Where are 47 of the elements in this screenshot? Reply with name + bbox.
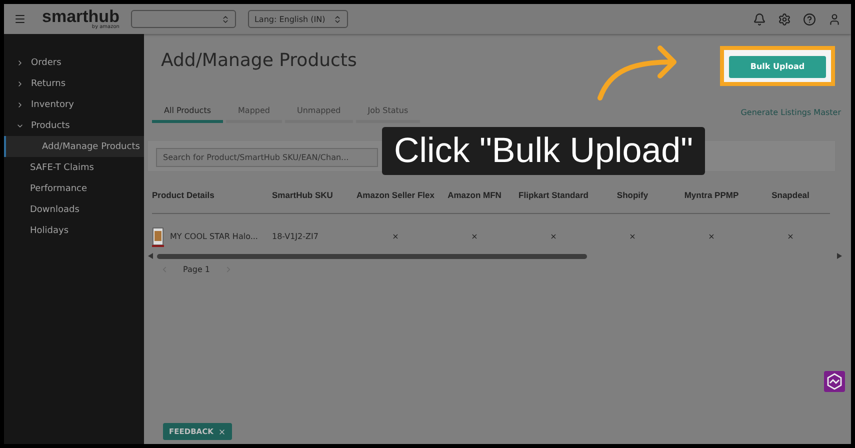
up-down-chevron-icon xyxy=(221,14,230,24)
table-cell-text: 18-V1J2-ZI7 xyxy=(272,231,320,243)
tab[interactable]: All Products xyxy=(152,102,224,123)
assistant-icon[interactable] xyxy=(824,371,845,392)
bulk-upload-button[interactable]: Bulk Upload xyxy=(729,56,826,78)
column-header: Flipkart Standard xyxy=(514,177,593,214)
sidebar-item[interactable]: Downloads xyxy=(4,199,144,220)
column-header: Snapdeal xyxy=(751,177,830,214)
column-header: Amazon Seller Flex xyxy=(356,177,435,214)
scrollbar-thumb[interactable] xyxy=(157,254,587,258)
settings-icon[interactable] xyxy=(778,12,791,26)
sidebar-item[interactable]: Returns xyxy=(4,73,144,94)
table-cell-text: × xyxy=(470,231,479,243)
bell-icon[interactable] xyxy=(753,12,766,26)
column-header: Myntra PPMP xyxy=(672,177,751,214)
user-icon[interactable] xyxy=(828,12,841,26)
column-header: SmartHub SKU xyxy=(272,177,356,214)
help-icon[interactable] xyxy=(803,12,816,26)
store-selector[interactable] xyxy=(131,10,236,28)
close-icon[interactable] xyxy=(218,428,226,436)
column-header: Amazon MFN xyxy=(435,177,514,214)
sidebar-item[interactable]: Orders xyxy=(4,52,144,73)
page-label: Page 1 xyxy=(183,265,210,274)
sidebar-item[interactable]: Inventory xyxy=(4,94,144,115)
search-field[interactable]: Search for Product/SmartHub SKU/EAN/Chan... xyxy=(156,148,378,167)
table-cell-text: × xyxy=(549,231,558,243)
product-name: MY COOL STAR Halo... xyxy=(170,232,258,241)
product-thumbnail-icon xyxy=(152,226,164,246)
column-header: Product Details xyxy=(152,177,272,214)
page-title: Add/Manage Products xyxy=(161,50,357,71)
sidebar-item[interactable]: Add/Manage Products xyxy=(4,136,144,157)
column-header: Shopify xyxy=(593,177,672,214)
sidebar-item[interactable]: Holidays xyxy=(4,220,144,241)
instruction-callout: Click "Bulk Upload" xyxy=(382,127,705,175)
scroll-left-icon[interactable] xyxy=(148,253,154,259)
language-value: Lang: English (IN) xyxy=(254,14,326,24)
sidebar-item[interactable]: Products xyxy=(4,115,144,136)
table-cell-text: × xyxy=(707,231,716,243)
table-cell-text: × xyxy=(391,231,400,243)
sidebar-item[interactable]: SAFE-T Claims xyxy=(4,157,144,178)
up-down-chevron-icon xyxy=(333,14,342,24)
sidebar-item[interactable]: Performance xyxy=(4,178,144,199)
scroll-right-icon[interactable] xyxy=(837,253,843,259)
menu-icon[interactable] xyxy=(14,13,26,25)
language-selector[interactable]: Lang: English (IN) xyxy=(248,10,348,28)
table-cell-text: × xyxy=(628,231,637,243)
table-cell-text: × xyxy=(786,231,795,243)
